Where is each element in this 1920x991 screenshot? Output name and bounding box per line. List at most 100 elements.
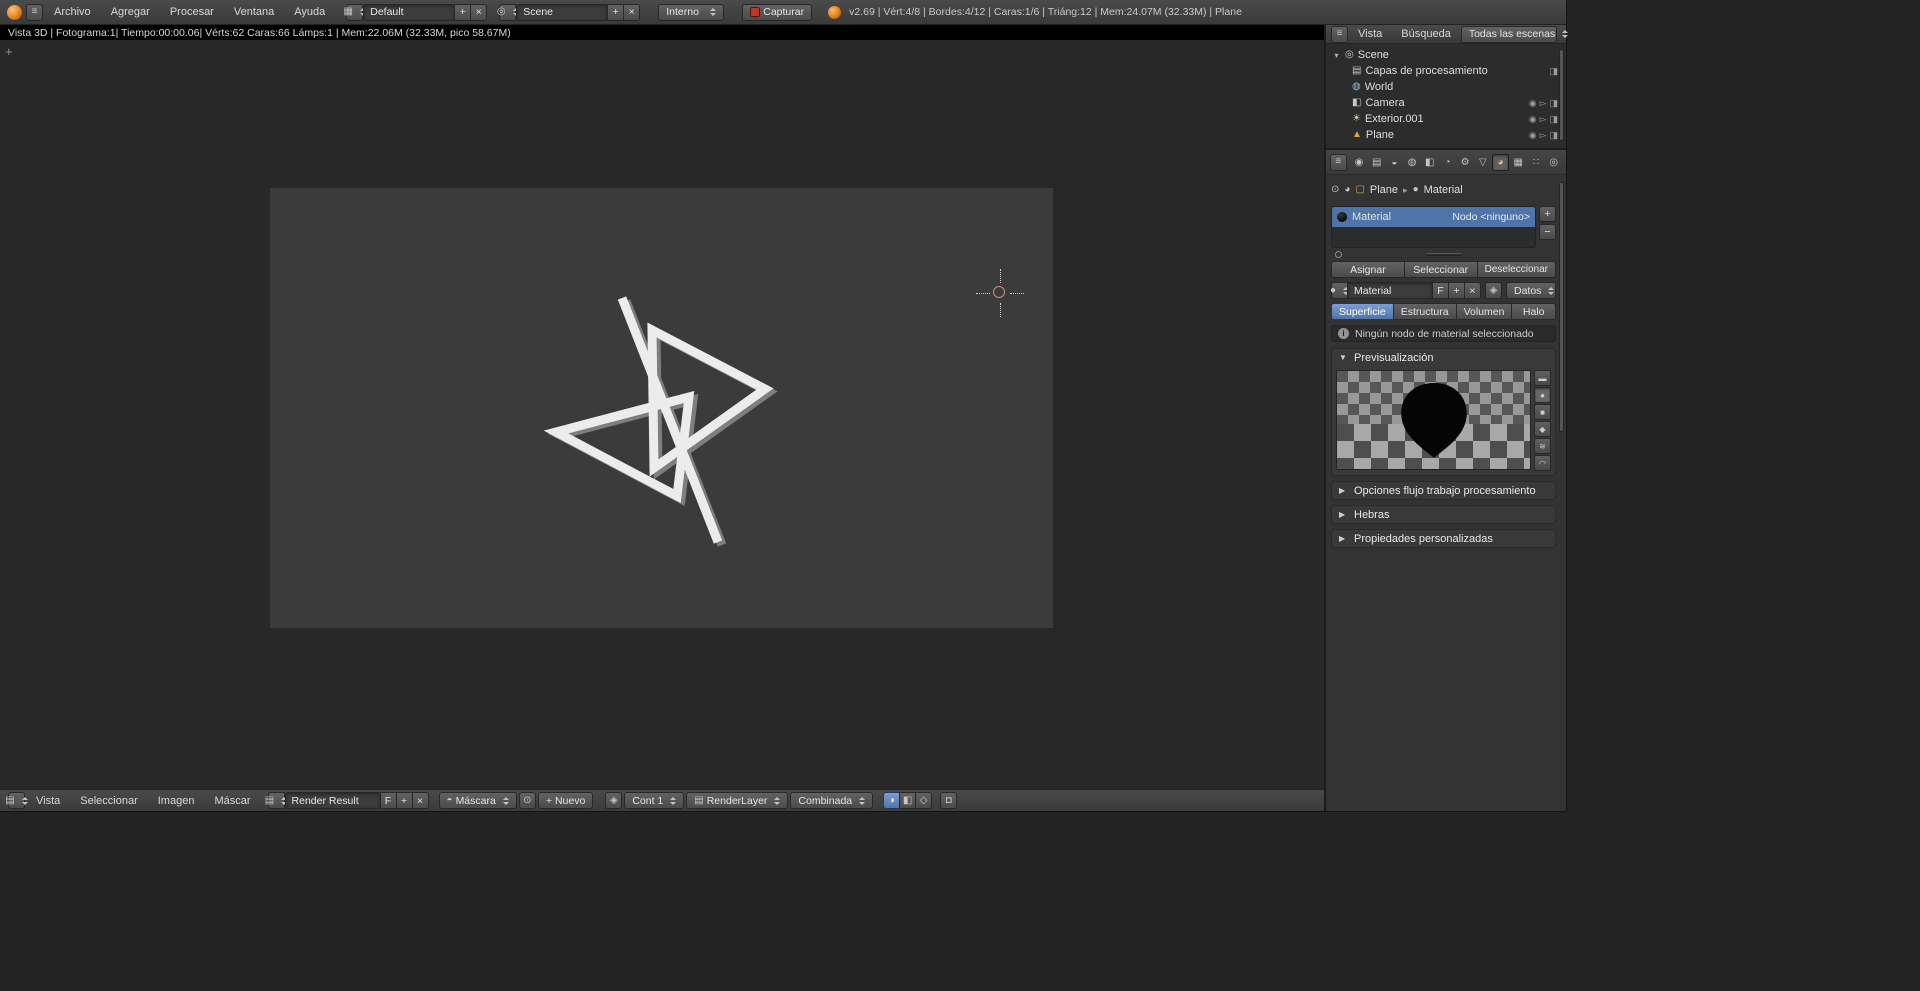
eye-icon[interactable]: ◉ [1529,130,1537,140]
render-engine-select[interactable]: Interno [658,3,725,21]
outliner-item-plane[interactable]: ▲ Plane ◉ ▻ ◨ [1326,127,1566,143]
tab-render[interactable]: ◉ [1351,154,1368,171]
screen-layout-delete-button[interactable]: × [470,3,488,21]
menu-agregar[interactable]: Agregar [102,6,159,18]
pin-icon[interactable]: ⊙ [1331,185,1339,195]
mask-select[interactable]: ◓ Máscara [438,792,517,809]
nodes-toggle-button[interactable]: ◈ [1485,282,1502,299]
preview-sky-button[interactable]: ◠ [1534,455,1551,471]
scene-browse-button[interactable]: ◎ [497,3,519,21]
scene-delete-button[interactable]: × [623,3,641,21]
menu-ayuda[interactable]: Ayuda [285,6,334,18]
draw-channels-rgb-toggle[interactable]: ◑ [883,792,901,809]
preview-cube-button[interactable]: ■ [1534,404,1551,420]
eye-icon[interactable]: ◉ [1529,114,1537,124]
mask-pin-button[interactable]: ⊙ [518,792,536,809]
render-pass-select[interactable]: Combinada [790,792,874,809]
menu-archivo[interactable]: Archivo [45,6,100,18]
menu-seleccionar[interactable]: Seleccionar [71,795,146,807]
tab-render-layers[interactable]: ▤ [1368,154,1385,171]
mask-new-button[interactable]: + Nuevo [537,792,594,809]
render-toggle-icon[interactable]: ◨ [1549,98,1558,108]
material-slot-empty-row[interactable] [1332,227,1535,247]
tab-scene[interactable]: ◒ [1386,154,1403,171]
display-settings-button[interactable]: ◈ [605,792,623,809]
image-fake-user-button[interactable]: F [379,792,397,809]
tab-world[interactable]: ◍ [1404,154,1421,171]
render-toggle-icon[interactable]: ◨ [1549,114,1558,124]
tab-physics[interactable]: ◎ [1545,154,1562,171]
outliner-item-exterior[interactable]: ☀ Exterior.001 ◉ ▻ ◨ [1326,111,1566,127]
menu-imagen[interactable]: Imagen [149,795,204,807]
outliner-menu-vista[interactable]: Vista [1349,28,1391,40]
render-slot-select[interactable]: Cont 1 [624,792,685,809]
scene-add-button[interactable]: + [607,3,625,21]
panel-previsualizacion-header[interactable]: ▼ Previsualización [1332,349,1555,366]
preview-flat-button[interactable]: ▬ [1534,370,1551,386]
tab-constraints[interactable]: ◔ [1439,154,1456,171]
outliner-menu-busqueda[interactable]: Búsqueda [1392,28,1460,40]
image-name-field[interactable]: Render Result [284,792,381,809]
render-toggle-icon[interactable]: ◨ [1549,130,1558,140]
panel-hebras-header[interactable]: ▶ Hebras [1332,506,1555,523]
screen-layout-add-button[interactable]: + [454,3,472,21]
material-name-field[interactable]: Material [1347,282,1433,299]
outliner-item-render-layers[interactable]: ▤ Capas de procesamiento ◨ [1326,63,1566,79]
breadcrumb-context[interactable]: Material [1424,184,1463,196]
tab-modifiers[interactable]: ⚙ [1457,154,1474,171]
assign-button[interactable]: Asignar [1331,261,1405,278]
select-toggle-icon[interactable]: ▻ [1540,98,1547,108]
deselect-button[interactable]: Deseleccionar [1476,261,1556,278]
editor-type-button[interactable]: ≡ [26,3,43,21]
screen-layout-name-field[interactable]: Default [363,3,456,21]
slot-remove-button[interactable]: − [1539,224,1556,240]
material-add-button[interactable]: + [1448,282,1465,299]
tab-volumen[interactable]: Volumen [1455,303,1513,320]
render-toggle-icon[interactable]: ◨ [1549,66,1558,76]
draw-channels-alpha-toggle[interactable]: ◧ [899,792,917,809]
menu-mascara[interactable]: Máscar [205,795,259,807]
select-toggle-icon[interactable]: ▻ [1540,130,1547,140]
tab-halo[interactable]: Halo [1511,303,1556,320]
screencast-capture-button[interactable]: Capturar [742,3,813,21]
lock-button[interactable]: ◘ [940,792,958,809]
properties-scrollbar[interactable] [1559,182,1564,432]
material-slot-row[interactable]: Material Nodo <ninguno> [1332,207,1535,227]
image-new-button[interactable]: + [395,792,413,809]
slot-toggle-icon[interactable] [1335,251,1342,258]
render-layer-select[interactable]: ▤ RenderLayer [686,792,789,809]
tab-object-data[interactable]: ▽ [1475,154,1492,171]
outliner-item-camera[interactable]: ◧ Camera ◉ ▻ ◨ [1326,95,1566,111]
tab-texture[interactable]: ▦ [1510,154,1527,171]
editor-type-button[interactable]: ≡ [1330,153,1347,171]
breadcrumb-object[interactable]: Plane [1370,184,1398,196]
eye-icon[interactable]: ◉ [1529,98,1537,108]
mask-edit-toggle[interactable]: ◇ [915,792,933,809]
menu-procesar[interactable]: Procesar [161,6,223,18]
tab-estructura[interactable]: Estructura [1392,303,1457,320]
tab-object[interactable]: ◧ [1421,154,1438,171]
material-fake-user-button[interactable]: F [1432,282,1449,299]
list-resize-grip[interactable] [1426,253,1461,256]
menu-ventana[interactable]: Ventana [225,6,283,18]
panel-propiedades-personalizadas-header[interactable]: ▶ Propiedades personalizadas [1332,530,1555,547]
menu-vista[interactable]: Vista [27,795,69,807]
expander-icon[interactable]: ▾ [1332,51,1341,60]
select-toggle-icon[interactable]: ▻ [1540,114,1547,124]
scene-name-field[interactable]: Scene [516,3,609,21]
region-expand-plus-icon[interactable]: + [5,44,13,59]
slot-add-button[interactable]: + [1539,206,1556,222]
tab-material[interactable]: ◕ [1492,153,1509,171]
select-button[interactable]: Seleccionar [1403,261,1478,278]
preview-sphere-button[interactable]: ● [1534,387,1551,403]
outliner-display-mode-select[interactable]: Todas las escenas [1460,25,1569,43]
material-browse-button[interactable]: ● [1330,282,1350,299]
preview-monkey-button[interactable]: ◆ [1534,421,1551,437]
material-unlink-button[interactable]: × [1464,282,1481,299]
outliner-item-world[interactable]: ◍ World [1326,79,1566,95]
image-unlink-button[interactable]: × [411,792,429,809]
panel-opciones-flujo-header[interactable]: ▶ Opciones flujo trabajo procesamiento [1332,482,1555,499]
tab-superficie[interactable]: Superficie [1331,303,1394,320]
image-browse-button[interactable]: ▤ [265,792,288,809]
editor-type-button[interactable]: ≡ [1331,25,1348,43]
